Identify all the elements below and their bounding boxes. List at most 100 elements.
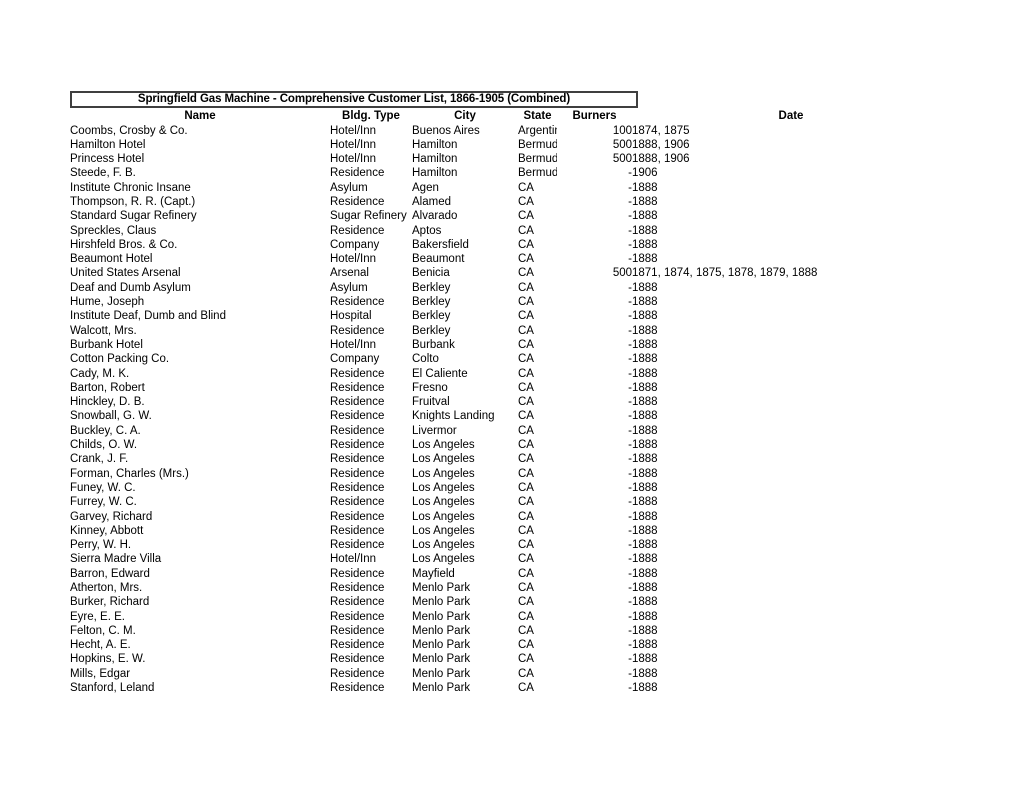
cell-state: CA (518, 524, 534, 537)
table-row: Barton, Robert Residence Fresno CA -1888 (70, 381, 950, 395)
cell-date: 1888 (632, 367, 658, 380)
cell-state: CA (518, 682, 534, 695)
cell-city: Buenos Aires (412, 124, 480, 137)
cell-state: Bermuda (518, 167, 557, 180)
cell-burners: - (628, 167, 632, 180)
cell-burners: - (628, 424, 632, 437)
cell-burners: 500 (612, 138, 632, 151)
cell-name: Crank, J. F. (70, 453, 129, 466)
cell-date: 1888 (632, 181, 658, 194)
cell-city: Los Angeles (412, 524, 475, 537)
table-row: Hinckley, D. B. Residence Fruitval CA -1888 (70, 395, 950, 409)
cell-type: Residence (330, 510, 385, 523)
cell-date: 1888 (632, 281, 658, 294)
cell-type: Residence (330, 639, 385, 652)
cell-type: Residence (330, 224, 385, 237)
cell-burners: - (628, 539, 632, 552)
cell-burners: - (628, 524, 632, 537)
cell-date: 1888 (632, 524, 658, 537)
cell-type: Residence (330, 410, 385, 423)
cell-name: Institute Deaf, Dumb and Blind (70, 310, 226, 323)
cell-state: CA (518, 267, 534, 280)
table-row: Institute Chronic Insane Asylum Agen CA -188… (70, 181, 950, 195)
cell-state: CA (518, 338, 534, 351)
cell-name: Barron, Edward (70, 567, 150, 580)
table-row: Eyre, E. E. Residence Menlo Park CA -1888 (70, 610, 950, 624)
cell-burners: - (628, 510, 632, 523)
cell-state: CA (518, 396, 534, 409)
table-row: Atherton, Mrs. Residence Menlo Park CA -1888 (70, 581, 950, 595)
cell-state: CA (518, 381, 534, 394)
cell-name: Deaf and Dumb Asylum (70, 281, 191, 294)
cell-state: CA (518, 539, 534, 552)
cell-date: 1888 (632, 481, 658, 494)
cell-burners: - (628, 496, 632, 509)
cell-type: Residence (330, 453, 385, 466)
cell-burners: - (628, 181, 632, 194)
column-header-date: Date (778, 110, 804, 122)
cell-name: Hirshfeld Bros. & Co. (70, 238, 178, 251)
cell-city: Menlo Park (412, 682, 471, 695)
cell-burners: - (628, 367, 632, 380)
cell-burners: 100 (612, 124, 632, 137)
cell-date: 1888 (632, 510, 658, 523)
cell-type: Residence (330, 167, 385, 180)
cell-city: Menlo Park (412, 624, 471, 637)
cell-name: Hinckley, D. B. (70, 396, 145, 409)
cell-city: Los Angeles (412, 510, 475, 523)
table-row: Deaf and Dumb Asylum Asylum Berkley CA -1888 (70, 281, 950, 295)
cell-state: Argentina (518, 124, 557, 137)
table-row: Buckley, C. A. Residence Livermor CA -1888 (70, 424, 950, 438)
cell-city: Los Angeles (412, 453, 475, 466)
cell-name: Hamilton Hotel (70, 138, 146, 151)
cell-burners: - (628, 624, 632, 637)
cell-state: CA (518, 424, 534, 437)
cell-city: Menlo Park (412, 582, 471, 594)
cell-state: CA (518, 467, 534, 480)
table-row: Hirshfeld Bros. & Co. Company Bakersfield C… (70, 238, 950, 252)
cell-burners: - (628, 410, 632, 423)
cell-name: Hecht, A. E. (70, 639, 131, 652)
cell-date: 1888 (632, 353, 658, 366)
cell-state: CA (518, 224, 534, 237)
cell-state: CA (518, 481, 534, 494)
cell-type: Residence (330, 367, 385, 380)
cell-city: Hamilton (412, 153, 458, 166)
report-title-box: Springfield Gas Machine - Comprehensive … (70, 91, 638, 108)
cell-state: CA (518, 324, 534, 337)
document-page: Springfield Gas Machine - Comprehensive … (0, 0, 1020, 788)
cell-date: 1888 (632, 238, 658, 251)
cell-name: Burbank Hotel (70, 338, 143, 351)
cell-name: Standard Sugar Refinery (70, 210, 197, 223)
cell-burners: - (628, 310, 632, 323)
cell-city: Alvarado (412, 210, 458, 223)
cell-type: Hospital (330, 310, 372, 323)
cell-date: 1888 (632, 195, 658, 208)
cell-type: Sugar Refinery (330, 210, 407, 223)
cell-city: Los Angeles (412, 481, 475, 494)
cell-burners: - (628, 653, 632, 666)
cell-type: Residence (330, 624, 385, 637)
cell-burners: - (628, 582, 632, 594)
cell-city: Menlo Park (412, 667, 471, 680)
table-row: Crank, J. F. Residence Los Angeles CA -1888 (70, 452, 950, 466)
cell-state: CA (518, 353, 534, 366)
cell-name: Hopkins, E. W. (70, 653, 146, 666)
cell-name: Coombs, Crosby & Co. (70, 124, 188, 137)
cell-date: 1888 (632, 667, 658, 680)
cell-state: CA (518, 238, 534, 251)
cell-date: 1888 (632, 210, 658, 223)
cell-burners: - (628, 281, 632, 294)
cell-name: Sierra Madre Villa (70, 553, 162, 566)
cell-state: CA (518, 610, 534, 623)
cell-name: Eyre, E. E. (70, 610, 125, 623)
cell-state: CA (518, 439, 534, 452)
cell-date: 1888 (632, 453, 658, 466)
page-title: Springfield Gas Machine - Comprehensive … (137, 93, 571, 105)
cell-state: Bermuda (518, 138, 557, 151)
cell-city: Fresno (412, 381, 448, 394)
cell-city: Los Angeles (412, 467, 475, 480)
cell-type: Residence (330, 195, 385, 208)
cell-date: 1888, 1906 (632, 138, 690, 151)
cell-burners: - (628, 639, 632, 652)
